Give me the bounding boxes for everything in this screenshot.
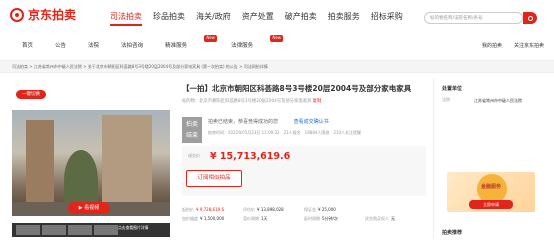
detail-value: 5分钟/次 — [322, 215, 338, 221]
account-links: 我的拍卖 关注京东拍卖 — [470, 43, 544, 49]
new-badge: New — [270, 35, 284, 42]
jd-logo-icon — [10, 8, 24, 23]
detail-value: 1天 — [261, 215, 268, 221]
status-meta: 结束时间：2022年05月23日 11:09:32 21人报名 18884人围观… — [208, 130, 362, 135]
status-text: 拍卖已结束，恭喜竞得成功的您 — [208, 119, 279, 125]
subnav-precision-label: 精准服务 — [165, 43, 188, 49]
thumbnail[interactable] — [94, 225, 118, 235]
subnav-precision-service[interactable]: 精准服务 New — [165, 35, 218, 50]
my-auctions-link[interactable]: 我的拍卖 — [482, 43, 502, 49]
detail-value: ¥ 1,500,000 — [200, 215, 225, 221]
auction-status-badge: 拍卖 结束 — [182, 117, 202, 143]
finance-promo-banner[interactable]: 金融服务 立即申请 — [447, 172, 535, 212]
nav-treasure-auction[interactable]: 珍品拍卖 — [153, 12, 185, 26]
main-nav: 司法拍卖 珍品拍卖 海关/政府 资产处置 破产拍卖 拍卖服务 招标采购 — [110, 12, 414, 26]
watch-video-button[interactable]: ▶ 看视频 — [68, 202, 110, 214]
status-line-1: 拍卖 — [185, 121, 198, 128]
jd-auction-logo[interactable]: 京东拍卖 — [10, 8, 77, 23]
promo-text: 金融服务 — [480, 184, 501, 190]
detail-label: 评估价 — [243, 207, 255, 212]
recommend-title: 拍卖推荐 — [442, 230, 463, 236]
detail-label: 优先购买权人 — [365, 215, 389, 221]
details-row: 起拍价 ¥ 9,728,619.6 评估价 ¥ 13,898,028 保证金 ¥ 25… — [182, 207, 426, 213]
price-box: 成交价 ¥ 15,713,619.6 订阅相似拍品 — [182, 146, 426, 196]
thumbnail[interactable] — [16, 225, 40, 235]
nav-asset-disposal[interactable]: 资产处置 — [242, 12, 274, 26]
subnav-announcements[interactable]: 公告 — [55, 43, 66, 50]
detail-appraisal: 评估价 ¥ 13,898,028 — [243, 207, 304, 213]
detail-label: 保证金 — [304, 207, 316, 212]
detail-label: 加价幅度 — [182, 215, 198, 221]
subnav-legal-service[interactable]: 法律服务 New — [231, 35, 284, 50]
lot-photo[interactable] — [12, 110, 170, 216]
detail-value: ¥ 9,728,619.6 — [196, 207, 224, 212]
detail-deposit: 保证金 ¥ 25,000 — [304, 207, 365, 213]
subnav-home[interactable]: 首页 — [22, 43, 33, 50]
lot-subtitle: 标的物：北京市朝阳区科荟路8号3号楼20层2004号及部分家电家具 复制 — [182, 99, 321, 104]
status-line-2: 结束 — [185, 132, 198, 139]
thumbnail[interactable] — [42, 225, 66, 235]
subnav-consulting[interactable]: 法拍咨询 — [121, 43, 143, 50]
building-shape — [102, 115, 152, 210]
detail-label: 延时周期 — [304, 215, 320, 221]
price-label: 成交价 — [188, 153, 200, 158]
disposal-unit-title: 处置单位 — [442, 86, 463, 92]
switch-button[interactable]: 一键切换 — [16, 90, 46, 99]
follow-jd-auction-link[interactable]: 关注京东拍卖 — [514, 43, 544, 49]
brand-name: 京东拍卖 — [28, 8, 77, 22]
details-row: 加价幅度 ¥ 1,500,000 竞价周期 1天 延时周期 5分钟/次 优先购买权人无 — [182, 215, 426, 222]
search-input[interactable]: 标的物名称/法院名称/条号 — [424, 12, 523, 24]
org-label: 法院 — [442, 97, 450, 102]
court-name[interactable]: 江苏省常州市中级人民法院 — [474, 98, 538, 104]
detail-value: 无 — [391, 215, 395, 221]
subnav-courts[interactable]: 法院 — [88, 43, 99, 50]
search-icon — [527, 15, 533, 21]
promo-apply-button[interactable]: 立即申请 — [469, 200, 513, 209]
thumbnail-strip: 点击查看图片详情 — [12, 223, 170, 237]
detail-value: ¥ 13,898,028 — [257, 207, 284, 212]
thumbnail[interactable] — [68, 225, 92, 235]
nav-auction-services[interactable]: 拍卖服务 — [328, 12, 360, 26]
nav-tender-procurement[interactable]: 招标采购 — [371, 12, 403, 26]
copy-link[interactable]: 复制 — [313, 99, 322, 104]
lot-details: 起拍价 ¥ 9,728,619.6 评估价 ¥ 13,898,028 保证金 ¥ 25… — [182, 207, 426, 226]
detail-start-price: 起拍价 ¥ 9,728,619.6 — [182, 207, 243, 213]
detail-priority: 优先购买权人无 — [365, 215, 426, 222]
detail-increment: 加价幅度 ¥ 1,500,000 — [182, 215, 243, 222]
breadcrumb-bar: 司法拍卖 > 江苏省常州市中级人民法院 > 关于北京市朝阳区科荟路8号3号楼20… — [0, 60, 554, 73]
view-confirmation-link[interactable]: 查看成交确认书 — [294, 119, 329, 125]
side-panel: 处置单位 法院 江苏省常州市中级人民法院 拍卖推荐 — [433, 78, 543, 238]
status-message: 拍卖已结束，恭喜竞得成功的您 查看成交确认书 — [208, 119, 329, 125]
lot-title: 【一拍】北京市朝阳区科荟路8号3号楼20层2004号及部分家电家具 — [182, 84, 412, 93]
detail-label: 起拍价 — [182, 207, 194, 212]
subscribe-similar-button[interactable]: 订阅相似拍品 — [186, 170, 242, 187]
top-bar: 京东拍卖 司法拍卖 珍品拍卖 海关/政府 资产处置 破产拍卖 拍卖服务 招标采购… — [0, 0, 554, 34]
detail-label: 竞价周期 — [243, 215, 259, 221]
nav-customs-government[interactable]: 海关/政府 — [196, 12, 231, 26]
lot-subtitle-text: 标的物：北京市朝阳区科荟路8号3号楼20层2004号及部分家电家具 — [182, 99, 312, 104]
search-button[interactable] — [523, 12, 537, 24]
nav-bankruptcy-auction[interactable]: 破产拍卖 — [285, 12, 317, 26]
gallery-hint[interactable]: 点击查看图片详情 — [118, 225, 148, 231]
detail-value: ¥ 25,000 — [318, 207, 336, 212]
tree-shape — [64, 150, 98, 210]
breadcrumb[interactable]: 司法拍卖 > 江苏省常州市中级人民法院 > 关于北京市朝阳区科荟路8号3号楼20… — [12, 64, 268, 70]
detail-extension: 延时周期 5分钟/次 — [304, 215, 365, 222]
building-shape — [26, 120, 54, 210]
nav-judicial-auction[interactable]: 司法拍卖 — [110, 12, 142, 26]
new-badge: New — [204, 35, 218, 42]
detail-cycle: 竞价周期 1天 — [243, 215, 304, 222]
subnav-legal-label: 法律服务 — [231, 43, 254, 49]
final-price: ¥ 15,713,619.6 — [210, 151, 291, 162]
